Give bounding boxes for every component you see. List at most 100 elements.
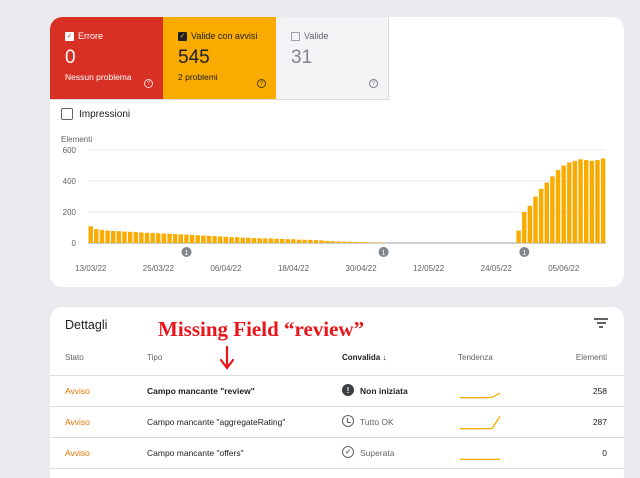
bar: [285, 239, 290, 243]
annotation-marker-label: 1: [382, 250, 386, 257]
bar: [319, 240, 324, 243]
convalida-label: Superata: [360, 448, 395, 458]
row-tipo: Campo mancante "review": [147, 386, 255, 396]
bar: [178, 234, 184, 243]
bar: [555, 170, 561, 243]
sparkline-path: [459, 392, 501, 399]
bar: [302, 239, 307, 243]
divider: [50, 99, 390, 100]
bar: [544, 182, 549, 243]
impressions-toggle[interactable]: Impressioni: [61, 108, 130, 120]
row-elementi: 258: [592, 386, 607, 396]
bar: [161, 233, 167, 243]
x-tick-label: 06/04/22: [210, 264, 242, 273]
bar: [251, 238, 257, 243]
help-icon[interactable]: ?: [144, 79, 153, 88]
col-elementi[interactable]: Elementi: [576, 353, 607, 362]
bar: [206, 235, 212, 243]
row-elementi: 0: [602, 448, 607, 458]
convalida-label: Tutto OK: [360, 417, 394, 427]
warning-label: Valide con avvisi: [191, 31, 258, 41]
bar: [567, 162, 572, 243]
x-tick-label: 12/05/22: [413, 264, 445, 273]
table-row[interactable]: Avviso Campo mancante "aggregateRating" …: [50, 407, 624, 438]
bar: [600, 158, 606, 243]
row-convalida: ✓ Superata: [342, 446, 395, 458]
table-header: Stato Tipo Convalida ↓ Tendenza Elementi: [50, 352, 624, 376]
bar: [279, 238, 285, 243]
bar: [212, 236, 217, 243]
bar: [313, 240, 319, 243]
bar: [561, 165, 566, 243]
col-convalida-label: Convalida: [342, 353, 381, 362]
trend-sparkline: [460, 416, 501, 430]
bar: [116, 231, 122, 243]
check-circle-icon: ✓: [342, 446, 354, 458]
error-tile[interactable]: ✓ Errore 0 Nessun problema ?: [50, 17, 163, 99]
y-tick-label: 0: [72, 239, 77, 248]
bar: [201, 235, 206, 243]
arrow-down-icon: ↓: [382, 353, 387, 362]
checkbox-unchecked-icon[interactable]: [291, 31, 300, 41]
row-stato: Avviso: [65, 417, 90, 427]
checkbox-checked-icon[interactable]: ✓: [178, 31, 187, 41]
table-row[interactable]: Avviso Campo mancante "offers" ✓ Superata…: [50, 438, 624, 469]
bar: [144, 232, 150, 243]
bar: [550, 176, 555, 243]
y-tick-label: 400: [63, 177, 77, 186]
warning-tile[interactable]: ✓ Valide con avvisi 545 2 problemi ?: [163, 17, 276, 99]
row-tipo: Campo mancante "offers": [147, 448, 244, 458]
impressions-label: Impressioni: [79, 108, 131, 120]
help-icon[interactable]: ?: [369, 79, 378, 88]
bar: [353, 241, 358, 243]
row-stato: Avviso: [65, 448, 90, 458]
checkbox-checked-icon[interactable]: ✓: [65, 31, 74, 41]
col-convalida[interactable]: Convalida ↓: [342, 353, 386, 362]
bar: [111, 230, 116, 243]
exclamation-icon: !: [342, 384, 354, 396]
bar: [263, 238, 268, 243]
bar: [578, 159, 583, 243]
convalida-label: Non iniziata: [360, 386, 408, 396]
bar: [240, 237, 245, 243]
bar: [218, 236, 223, 243]
bar: [522, 212, 527, 243]
valid-label: Valide: [304, 31, 329, 41]
filter-icon[interactable]: [594, 318, 608, 330]
error-count: 0: [65, 47, 76, 68]
valid-tile[interactable]: Valide 31 ?: [276, 17, 389, 99]
col-tipo[interactable]: Tipo: [147, 353, 162, 362]
row-convalida: ! Non iniziata: [342, 384, 408, 396]
bar: [133, 232, 138, 243]
col-stato[interactable]: Stato: [65, 353, 84, 362]
bar: [589, 160, 595, 243]
bar: [330, 241, 336, 243]
help-icon[interactable]: ?: [257, 79, 266, 88]
x-tick-label: 24/05/22: [481, 264, 513, 273]
bar: [88, 226, 93, 243]
annotation-text: Missing Field “review”: [158, 317, 365, 341]
clock-icon: [342, 415, 354, 427]
bar: [167, 233, 172, 243]
bar: [150, 232, 155, 243]
table-row[interactable]: Avviso Campo mancante "review" ! Non iniz…: [50, 376, 624, 407]
bar: [195, 235, 200, 243]
bar: [229, 237, 234, 243]
bar: [189, 234, 195, 243]
bar: [336, 241, 341, 243]
bar: [364, 242, 369, 243]
bar: [184, 234, 189, 243]
bar: [324, 240, 330, 243]
details-title: Dettagli: [65, 318, 108, 332]
bar: [516, 230, 521, 243]
elements-bar-chart: 0 200 400 600 13/03/22 25/03/22 06/04/22 18/04/…: [63, 146, 606, 273]
bar: [572, 160, 578, 243]
bar: [234, 237, 240, 243]
col-tendenza[interactable]: Tendenza: [458, 353, 493, 362]
x-tick-label: 18/04/22: [278, 264, 310, 273]
x-tick-label: 05/06/22: [548, 264, 580, 273]
bar: [105, 230, 110, 243]
bar: [223, 236, 229, 243]
checkbox-unchecked-icon[interactable]: [61, 108, 73, 120]
x-tick-label: 25/03/22: [143, 264, 175, 273]
